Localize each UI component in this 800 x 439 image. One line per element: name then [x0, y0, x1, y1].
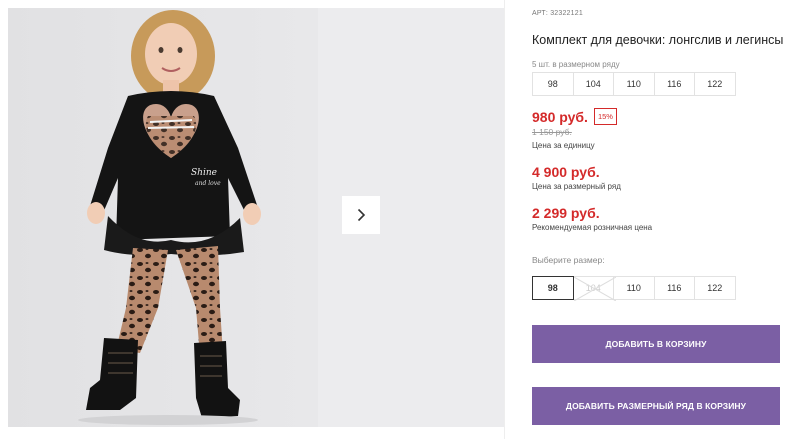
- old-price: 1 150 руб.: [532, 127, 572, 137]
- pack-price: 4 900 руб.: [532, 164, 600, 180]
- unavailable-cross-icon: [573, 277, 616, 301]
- print-text-1: Shine: [191, 168, 217, 178]
- add-to-cart-button[interactable]: ДОБАВИТЬ В КОРЗИНУ: [532, 325, 780, 363]
- size-selector: 98 104 110 116 122: [532, 276, 736, 301]
- size-option-selected[interactable]: 98: [532, 276, 574, 300]
- size-option[interactable]: 122: [694, 276, 736, 300]
- size-option-disabled[interactable]: 104: [572, 276, 616, 301]
- price-block: 980 руб. 15%: [532, 108, 617, 125]
- add-pack-to-cart-button[interactable]: ДОБАВИТЬ РАЗМЕРНЫЙ РЯД В КОРЗИНУ: [532, 387, 780, 425]
- pack-size: 122: [694, 72, 736, 96]
- product-photo-illustration: [8, 8, 318, 427]
- size-option[interactable]: 110: [613, 276, 655, 300]
- pack-size: 116: [653, 72, 695, 96]
- product-gallery: Shine and love: [0, 0, 505, 439]
- rrp-price: 2 299 руб.: [532, 205, 600, 221]
- print-text-2: and love: [195, 180, 221, 187]
- pack-size: 110: [613, 72, 655, 96]
- unit-price-label: Цена за единицу: [532, 141, 595, 150]
- divider: [504, 0, 505, 439]
- product-title: Комплект для девочки: лонгслив и легинсы: [532, 33, 784, 47]
- pack-size: 98: [532, 72, 574, 96]
- pack-price-label: Цена за размерный ряд: [532, 182, 621, 191]
- pack-note: 5 шт. в размерном ряду: [532, 60, 620, 69]
- chevron-right-icon: [357, 208, 366, 222]
- choose-size-label: Выберите размер:: [532, 255, 605, 265]
- pack-size-row: 98 104 110 116 122: [532, 72, 736, 96]
- discount-badge: 15%: [593, 108, 617, 125]
- pack-size: 104: [572, 72, 614, 96]
- product-sku: АРТ: 32322121: [532, 10, 583, 17]
- gallery-next-button[interactable]: [342, 196, 380, 234]
- size-option[interactable]: 116: [653, 276, 695, 300]
- rrp-price-label: Рекомендуемая розничная цена: [532, 223, 653, 232]
- unit-price: 980 руб.: [532, 108, 588, 125]
- product-photo[interactable]: Shine and love: [8, 8, 318, 427]
